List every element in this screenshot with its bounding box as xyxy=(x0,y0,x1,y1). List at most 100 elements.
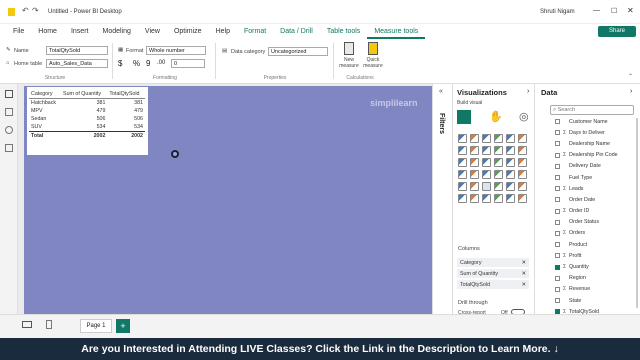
field-checkbox[interactable] xyxy=(555,130,560,136)
visual-type-icon[interactable] xyxy=(470,194,479,203)
visual-type-icon[interactable] xyxy=(494,182,503,191)
menu-file[interactable]: File xyxy=(6,24,31,39)
report-view-icon[interactable] xyxy=(5,90,13,98)
field-well-sum-quantity[interactable]: Sum of Quantity ✕ xyxy=(457,269,529,278)
visual-type-icon[interactable] xyxy=(494,134,503,143)
expand-filters-icon[interactable]: « xyxy=(439,88,443,95)
visual-type-icon[interactable] xyxy=(494,158,503,167)
field-checkbox[interactable] xyxy=(555,197,560,203)
field-well-category[interactable]: Category ✕ xyxy=(457,258,529,267)
visual-type-icon[interactable] xyxy=(458,134,467,143)
visual-type-icon[interactable] xyxy=(482,194,491,203)
menu-insert[interactable]: Insert xyxy=(64,24,96,39)
field-checkbox[interactable] xyxy=(555,119,560,125)
data-field-item[interactable]: Product xyxy=(555,239,637,250)
visual-type-icon[interactable] xyxy=(518,134,527,143)
analytics-tab-icon[interactable]: ◎ xyxy=(519,110,529,123)
format-visual-tab-icon[interactable]: ✋ xyxy=(489,110,503,123)
build-visual-tab-icon[interactable] xyxy=(457,110,471,124)
share-button[interactable]: Share xyxy=(598,26,636,37)
field-checkbox[interactable] xyxy=(555,242,560,248)
promo-banner[interactable]: Are you Interested in Attending LIVE Cla… xyxy=(0,338,640,360)
page-tab[interactable]: Page 1 xyxy=(80,319,112,333)
dax-view-icon[interactable] xyxy=(5,144,13,152)
menu-optimize[interactable]: Optimize xyxy=(167,24,209,39)
menu-view[interactable]: View xyxy=(138,24,167,39)
data-category-select[interactable]: Uncategorized xyxy=(268,47,328,56)
visual-type-icon[interactable] xyxy=(482,170,491,179)
remove-field-icon[interactable]: ✕ xyxy=(522,271,526,277)
currency-button[interactable]: $ xyxy=(118,59,122,68)
home-table-select[interactable]: Auto_Sales_Data xyxy=(46,59,108,68)
menu-help[interactable]: Help xyxy=(209,24,237,39)
data-field-item[interactable]: Order Date xyxy=(555,194,637,205)
visual-type-icon[interactable] xyxy=(470,170,479,179)
quick-measure-button[interactable]: Quick measure xyxy=(362,42,384,74)
visual-type-icon[interactable] xyxy=(482,182,491,191)
visual-type-icon[interactable] xyxy=(518,158,527,167)
close-icon[interactable]: ✕ xyxy=(627,6,634,15)
visual-type-icon[interactable] xyxy=(506,170,515,179)
visual-type-icon[interactable] xyxy=(506,134,515,143)
visual-type-icon[interactable] xyxy=(518,146,527,155)
header-total-qty[interactable]: TotalQtySold xyxy=(107,90,145,99)
field-checkbox[interactable] xyxy=(555,253,560,259)
visual-type-icon[interactable] xyxy=(494,194,503,203)
data-field-item[interactable]: Σ Days to Deliver xyxy=(555,127,637,138)
data-field-item[interactable]: Fuel Type xyxy=(555,172,637,183)
data-field-item[interactable]: Σ Dealership Pin Code xyxy=(555,150,637,161)
visual-type-icon[interactable] xyxy=(506,182,515,191)
decimals-field[interactable]: 0 xyxy=(171,59,205,68)
new-measure-button[interactable]: New measure xyxy=(338,42,360,74)
undo-icon[interactable]: ↶ xyxy=(22,6,29,15)
menu-format[interactable]: Format xyxy=(237,24,273,39)
visual-type-icon[interactable] xyxy=(482,146,491,155)
field-checkbox[interactable] xyxy=(555,152,560,158)
data-field-item[interactable]: Σ Quantity xyxy=(555,261,637,272)
remove-field-icon[interactable]: ✕ xyxy=(522,260,526,266)
field-checkbox[interactable] xyxy=(555,219,560,225)
field-checkbox[interactable] xyxy=(555,230,560,236)
data-field-item[interactable]: Region xyxy=(555,273,637,284)
page-view-icon[interactable] xyxy=(22,321,32,328)
menu-data-drill[interactable]: Data / Drill xyxy=(273,24,320,39)
model-view-icon[interactable] xyxy=(5,126,13,134)
field-list-scrollbar[interactable] xyxy=(636,118,638,308)
visual-type-icon[interactable] xyxy=(458,182,467,191)
visual-type-icon[interactable] xyxy=(506,146,515,155)
collapse-ribbon-icon[interactable]: ⌃ xyxy=(628,73,633,80)
percent-button[interactable]: % xyxy=(133,59,140,68)
decimal-button[interactable]: .00 xyxy=(157,60,165,66)
minimize-icon[interactable]: — xyxy=(593,7,600,14)
menu-modeling[interactable]: Modeling xyxy=(95,24,137,39)
menu-table-tools[interactable]: Table tools xyxy=(320,24,367,39)
data-field-item[interactable]: Order Status xyxy=(555,217,637,228)
format-select[interactable]: Whole number xyxy=(146,46,206,55)
visual-type-icon[interactable] xyxy=(494,146,503,155)
add-page-button[interactable]: + xyxy=(116,319,130,333)
visual-type-icon[interactable] xyxy=(482,134,491,143)
visual-type-icon[interactable] xyxy=(458,170,467,179)
field-checkbox[interactable] xyxy=(555,141,560,147)
visual-type-icon[interactable] xyxy=(458,158,467,167)
data-field-item[interactable]: Σ Orders xyxy=(555,228,637,239)
data-search-input[interactable]: ⌕ Search xyxy=(550,105,634,115)
data-field-item[interactable]: Σ Leads xyxy=(555,183,637,194)
data-field-item[interactable]: Σ Profit xyxy=(555,250,637,261)
visual-type-icon[interactable] xyxy=(470,146,479,155)
field-checkbox[interactable] xyxy=(555,163,560,169)
visual-type-icon[interactable] xyxy=(518,182,527,191)
filters-pane[interactable]: « Filters xyxy=(432,84,453,314)
data-field-item[interactable]: Delivery Date xyxy=(555,161,637,172)
visual-type-icon[interactable] xyxy=(506,158,515,167)
comma-button[interactable]: 9 xyxy=(146,59,150,68)
collapse-vis-icon[interactable]: › xyxy=(527,88,529,95)
visual-type-icon[interactable] xyxy=(494,170,503,179)
remove-field-icon[interactable]: ✕ xyxy=(522,282,526,288)
visual-type-icon[interactable] xyxy=(482,158,491,167)
data-field-item[interactable]: Σ Order ID xyxy=(555,206,637,217)
field-checkbox[interactable] xyxy=(555,175,560,181)
field-checkbox[interactable] xyxy=(555,275,560,281)
table-view-icon[interactable] xyxy=(5,108,13,116)
redo-icon[interactable]: ↷ xyxy=(32,6,39,15)
